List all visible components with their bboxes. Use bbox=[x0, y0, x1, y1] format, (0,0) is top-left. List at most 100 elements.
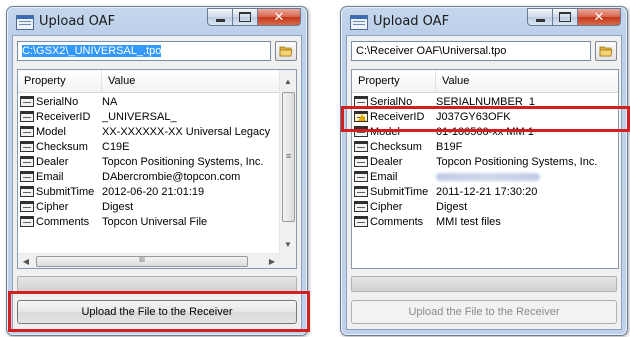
list-item[interactable]: Cipher Digest bbox=[352, 199, 597, 214]
row-icon bbox=[20, 96, 34, 107]
row-icon bbox=[20, 141, 34, 152]
scroll-down-icon[interactable]: ▼ bbox=[280, 236, 296, 252]
property-cell: Checksum bbox=[352, 141, 436, 153]
property-name: Model bbox=[36, 125, 66, 138]
property-name: Dealer bbox=[36, 155, 69, 168]
property-cell: Cipher bbox=[352, 201, 436, 213]
row-icon bbox=[20, 171, 34, 182]
list-item[interactable]: SerialNo NA bbox=[18, 94, 270, 109]
column-header-property[interactable]: Property bbox=[18, 70, 102, 92]
value-cell: C19E bbox=[102, 140, 130, 153]
value-cell: 2011-12-21 17:30:20 bbox=[436, 185, 538, 198]
property-name: SubmitTime bbox=[36, 185, 95, 198]
app-icon bbox=[16, 15, 34, 30]
property-name: Cipher bbox=[370, 200, 403, 213]
properties-list[interactable]: Property Value SerialNo NA ReceiverID _UNIV… bbox=[17, 69, 297, 269]
file-path-input[interactable]: C:\GSX2\_UNIVERSAL_.tpo bbox=[17, 41, 271, 61]
value-cell bbox=[436, 170, 540, 184]
list-item[interactable]: Dealer Topcon Positioning Systems, Inc. bbox=[352, 154, 597, 169]
row-icon bbox=[354, 186, 368, 197]
property-cell: SerialNo bbox=[18, 96, 102, 108]
folder-icon bbox=[599, 46, 613, 57]
row-icon bbox=[354, 201, 368, 212]
window-client-area: C:\GSX2\_UNIVERSAL_.tpo Property Value S… bbox=[12, 35, 302, 330]
value-cell: _UNIVERSAL_ bbox=[102, 110, 177, 123]
property-name: SubmitTime bbox=[370, 185, 429, 198]
maximize-button[interactable] bbox=[552, 8, 578, 26]
property-name: Comments bbox=[370, 215, 424, 228]
row-icon bbox=[20, 126, 34, 137]
property-name: Email bbox=[370, 170, 398, 183]
file-path-input[interactable]: C:\Receiver OAF\Universal.tpo bbox=[351, 41, 591, 61]
list-item[interactable]: Checksum B19F bbox=[352, 139, 597, 154]
property-name: Dealer bbox=[370, 155, 403, 168]
horizontal-scrollbar[interactable]: ◀ III ▶ bbox=[18, 253, 280, 268]
scroll-right-icon[interactable]: ▶ bbox=[265, 254, 279, 268]
window-title: Upload OAF bbox=[373, 14, 450, 29]
browse-folder-button[interactable] bbox=[595, 41, 617, 61]
maximize-button[interactable] bbox=[232, 8, 258, 26]
upload-progress-bar bbox=[17, 276, 297, 292]
property-name: SerialNo bbox=[36, 95, 79, 108]
property-name: Cipher bbox=[36, 200, 69, 213]
close-icon: ✕ bbox=[273, 9, 285, 24]
upload-oaf-window-right: Upload OAF ✕ C:\Receiver OAF\Universal.t… bbox=[340, 6, 628, 336]
title-bar[interactable]: Upload OAF ✕ bbox=[7, 7, 307, 35]
close-button[interactable]: ✕ bbox=[577, 8, 621, 26]
list-item[interactable]: Email DAbercrombie@topcon.com bbox=[18, 169, 270, 184]
list-item[interactable]: Cipher Digest bbox=[18, 199, 270, 214]
property-cell: Dealer bbox=[18, 156, 102, 168]
list-item[interactable]: Dealer Topcon Positioning Systems, Inc. bbox=[18, 154, 270, 169]
list-item[interactable]: Comments Topcon Universal File bbox=[18, 214, 270, 229]
row-icon bbox=[354, 156, 368, 167]
list-item[interactable]: Model XX-XXXXXX-XX Universal Legacy bbox=[18, 124, 270, 139]
vertical-scrollbar[interactable]: ▲ ≡ ▼ bbox=[279, 70, 296, 268]
property-cell: Email bbox=[352, 171, 436, 183]
value-cell: B19F bbox=[436, 140, 463, 153]
list-item[interactable]: SubmitTime 2012-06-20 21:01:19 bbox=[18, 184, 270, 199]
property-name: Comments bbox=[36, 215, 90, 228]
maximize-icon bbox=[559, 12, 571, 22]
row-icon bbox=[354, 171, 368, 182]
title-bar[interactable]: Upload OAF ✕ bbox=[341, 7, 627, 35]
minimize-icon bbox=[535, 19, 545, 22]
scroll-up-icon[interactable]: ▲ bbox=[280, 73, 296, 89]
minimize-button[interactable] bbox=[527, 8, 553, 26]
column-header-value[interactable]: Value bbox=[102, 70, 282, 92]
list-item[interactable]: SubmitTime 2011-12-21 17:30:20 bbox=[352, 184, 597, 199]
highlight-box-upload-button bbox=[8, 291, 310, 332]
upload-file-button[interactable]: Upload the File to the Receiver bbox=[351, 300, 617, 324]
value-cell: Digest bbox=[102, 200, 134, 213]
row-icon bbox=[354, 216, 368, 227]
browse-folder-button[interactable] bbox=[275, 41, 297, 61]
property-cell: Email bbox=[18, 171, 102, 183]
list-item[interactable]: Comments MMI test files bbox=[352, 214, 597, 229]
column-header-value[interactable]: Value bbox=[436, 70, 618, 92]
property-name: Checksum bbox=[370, 140, 422, 153]
hscroll-thumb[interactable]: III bbox=[36, 256, 248, 267]
scroll-left-icon[interactable]: ◀ bbox=[19, 254, 33, 268]
minimize-button[interactable] bbox=[207, 8, 233, 26]
scroll-thumb[interactable]: ≡ bbox=[282, 92, 295, 222]
value-cell: NA bbox=[102, 95, 118, 108]
file-path-text: C:\GSX2\_UNIVERSAL_.tpo bbox=[22, 45, 162, 57]
property-name: Email bbox=[36, 170, 64, 183]
list-header: Property Value bbox=[352, 70, 618, 93]
close-button[interactable]: ✕ bbox=[257, 8, 301, 26]
list-item[interactable]: ReceiverID _UNIVERSAL_ bbox=[18, 109, 270, 124]
list-item[interactable]: Email bbox=[352, 169, 597, 184]
value-cell: Digest bbox=[436, 200, 468, 213]
value-cell: MMI test files bbox=[436, 215, 501, 228]
maximize-icon bbox=[239, 12, 251, 22]
properties-list[interactable]: Property Value SerialNo SERIALNUMBER_1 Rec… bbox=[351, 69, 619, 269]
app-icon bbox=[350, 15, 368, 30]
list-header: Property Value bbox=[18, 70, 282, 93]
property-cell: ReceiverID bbox=[18, 111, 102, 123]
value-cell: 2012-06-20 21:01:19 bbox=[102, 185, 205, 198]
column-header-property[interactable]: Property bbox=[352, 70, 436, 92]
value-cell: Topcon Positioning Systems, Inc. bbox=[102, 155, 264, 168]
property-cell: Cipher bbox=[18, 201, 102, 213]
value-cell: Topcon Positioning Systems, Inc. bbox=[436, 155, 598, 168]
property-cell: Dealer bbox=[352, 156, 436, 168]
list-item[interactable]: Checksum C19E bbox=[18, 139, 270, 154]
